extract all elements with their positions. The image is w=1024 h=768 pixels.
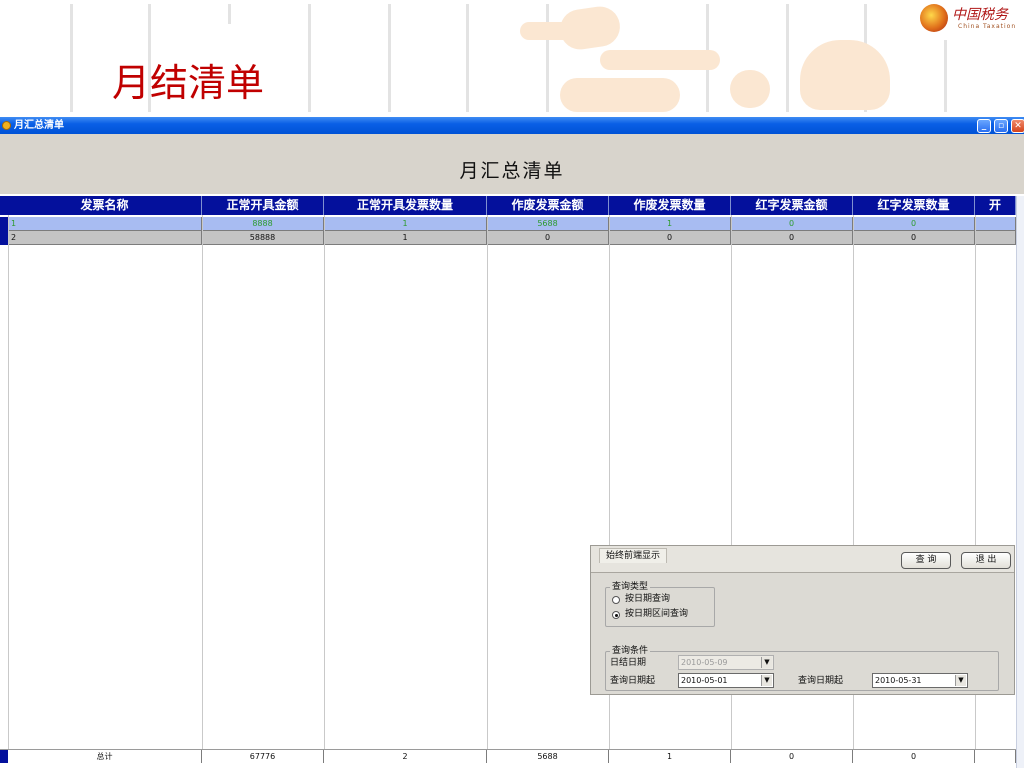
column-header-void-count[interactable]: 作废发票数量 bbox=[609, 196, 731, 215]
column-divider bbox=[8, 215, 9, 750]
start-date-label: 查询日期起 bbox=[610, 676, 656, 686]
cell-red-count[interactable]: 0 bbox=[853, 231, 975, 245]
background-ornament bbox=[730, 70, 770, 108]
slide: 月结清单 中国税务 China Taxation 月汇总清单 _ ▫ ✕ 月汇总… bbox=[0, 0, 1024, 768]
always-on-top-tab[interactable]: 始终前端显示 bbox=[599, 548, 668, 563]
cell-truncated[interactable] bbox=[975, 231, 1016, 245]
query-condition-label: 查询条件 bbox=[610, 646, 651, 657]
cell-normal-amount[interactable]: 58888 bbox=[202, 231, 324, 245]
table-row[interactable]: 2 58888 1 0 0 0 0 bbox=[0, 231, 1024, 245]
background-ornament bbox=[560, 78, 680, 112]
row-selector[interactable] bbox=[0, 217, 8, 231]
background-stripe bbox=[388, 4, 391, 112]
logo-subtext: China Taxation bbox=[958, 23, 1017, 30]
row-selector[interactable] bbox=[0, 231, 8, 245]
cell-void-count[interactable]: 0 bbox=[609, 231, 731, 245]
cell-void-amount[interactable]: 5688 bbox=[487, 217, 609, 231]
background-stripe bbox=[786, 4, 789, 112]
window-titlebar[interactable]: 月汇总清单 _ ▫ ✕ bbox=[0, 117, 1024, 134]
cell-invoice-name[interactable]: 1 bbox=[8, 217, 202, 231]
column-divider bbox=[324, 215, 325, 750]
report-title: 月汇总清单 bbox=[459, 160, 565, 182]
column-header-normal-amount[interactable]: 正常开具金额 bbox=[202, 196, 324, 215]
query-panel: 始终前端显示 查 询 退 出 查询类型 按日期查询 按日期区间查询 查询条件 日… bbox=[590, 545, 1015, 695]
app-icon bbox=[2, 121, 11, 130]
total-label: 总计 bbox=[8, 750, 202, 763]
dropdown-arrow-icon[interactable]: ▼ bbox=[761, 675, 772, 686]
background-ornament bbox=[600, 50, 720, 70]
column-header-invoice-name[interactable]: 发票名称 bbox=[8, 196, 202, 215]
tax-emblem-icon bbox=[920, 4, 948, 32]
close-button[interactable]: ✕ bbox=[1011, 119, 1024, 133]
cell-red-amount[interactable]: 0 bbox=[731, 231, 853, 245]
total-normal-amount: 67776 bbox=[202, 750, 324, 763]
total-red-amount: 0 bbox=[731, 750, 853, 763]
radio-by-date-label[interactable]: 按日期查询 bbox=[625, 594, 670, 605]
row-selector[interactable] bbox=[0, 750, 8, 763]
column-divider bbox=[202, 215, 203, 750]
grid-header: 发票名称 正常开具金额 正常开具发票数量 作废发票金额 作废发票数量 红字发票金… bbox=[0, 196, 1024, 215]
total-row: 总计 67776 2 5688 1 0 0 bbox=[0, 749, 1024, 763]
end-date-value: 2010-05-31 bbox=[875, 676, 922, 685]
radio-by-range-label[interactable]: 按日期区间查询 bbox=[625, 609, 688, 620]
total-normal-count: 2 bbox=[324, 750, 487, 763]
query-type-label: 查询类型 bbox=[610, 582, 651, 593]
dropdown-arrow-icon[interactable]: ▼ bbox=[761, 657, 772, 668]
cell-normal-count[interactable]: 1 bbox=[324, 231, 487, 245]
background-stripe bbox=[308, 4, 311, 112]
column-header-normal-count[interactable]: 正常开具发票数量 bbox=[324, 196, 487, 215]
end-date-label: 查询日期起 bbox=[798, 676, 844, 686]
radio-by-date[interactable] bbox=[612, 596, 620, 604]
cell-invoice-name[interactable]: 2 bbox=[8, 231, 202, 245]
dropdown-arrow-icon[interactable]: ▼ bbox=[955, 675, 966, 686]
total-red-count: 0 bbox=[853, 750, 975, 763]
cell-void-count[interactable]: 1 bbox=[609, 217, 731, 231]
settle-date-label: 日结日期 bbox=[610, 658, 647, 668]
end-date-picker[interactable]: 2010-05-31 ▼ bbox=[872, 673, 968, 688]
background-stripe bbox=[70, 4, 73, 112]
cell-normal-count[interactable]: 1 bbox=[324, 217, 487, 231]
restore-button[interactable]: ▫ bbox=[994, 119, 1008, 133]
logo: 中国税务 China Taxation bbox=[918, 2, 1018, 34]
query-condition-group: 查询条件 日结日期 2010-05-09 ▼ 查询日期起 2010-05-01 … bbox=[605, 646, 999, 691]
window-title: 月汇总清单 bbox=[14, 120, 64, 131]
cell-red-count[interactable]: 0 bbox=[853, 217, 975, 231]
minimize-button[interactable]: _ bbox=[977, 119, 991, 133]
total-void-count: 1 bbox=[609, 750, 731, 763]
start-date-picker[interactable]: 2010-05-01 ▼ bbox=[678, 673, 774, 688]
background-stripe bbox=[466, 4, 469, 112]
cell-normal-amount[interactable]: 8888 bbox=[202, 217, 324, 231]
report-banner: 月汇总清单 bbox=[0, 134, 1024, 194]
column-header-void-amount[interactable]: 作废发票金额 bbox=[487, 196, 609, 215]
background-ornament bbox=[800, 40, 890, 110]
background-stripe bbox=[944, 40, 947, 112]
start-date-value: 2010-05-01 bbox=[681, 676, 728, 685]
background-ornament bbox=[520, 22, 590, 40]
column-header-red-count[interactable]: 红字发票数量 bbox=[853, 196, 975, 215]
column-divider bbox=[487, 215, 488, 750]
query-type-group: 查询类型 按日期查询 按日期区间查询 bbox=[605, 582, 715, 627]
radio-by-range[interactable] bbox=[612, 611, 620, 619]
vertical-scrollbar[interactable] bbox=[1016, 196, 1024, 768]
column-header-truncated[interactable]: 开 bbox=[975, 196, 1016, 215]
settle-date-value: 2010-05-09 bbox=[681, 658, 728, 667]
cell-void-amount[interactable]: 0 bbox=[487, 231, 609, 245]
total-truncated bbox=[975, 750, 1016, 763]
settle-date-picker[interactable]: 2010-05-09 ▼ bbox=[678, 655, 774, 670]
query-button[interactable]: 查 询 bbox=[901, 552, 951, 569]
logo-text: 中国税务 bbox=[952, 7, 1008, 23]
table-row[interactable]: 1 8888 1 5688 1 0 0 bbox=[0, 217, 1024, 231]
slide-title: 月结清单 bbox=[112, 61, 265, 105]
exit-button[interactable]: 退 出 bbox=[961, 552, 1011, 569]
cell-red-amount[interactable]: 0 bbox=[731, 217, 853, 231]
background-stripe bbox=[546, 4, 549, 112]
background-stripe bbox=[228, 4, 231, 24]
column-header-red-amount[interactable]: 红字发票金额 bbox=[731, 196, 853, 215]
total-void-amount: 5688 bbox=[487, 750, 609, 763]
cell-truncated[interactable] bbox=[975, 217, 1016, 231]
